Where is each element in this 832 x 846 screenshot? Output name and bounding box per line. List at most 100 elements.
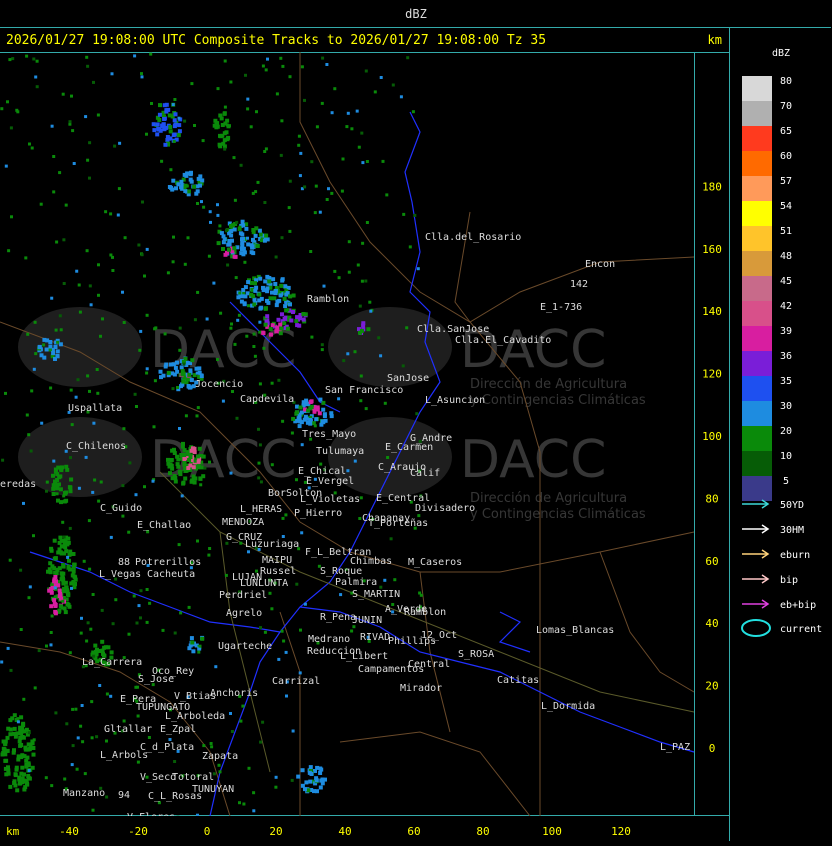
legend-swatch [742,201,772,226]
echo-pixel [216,358,219,361]
echo-pixel [62,238,65,241]
echo-pixel [105,740,108,743]
echo-pixel [255,110,258,113]
echo-pixel [358,517,361,520]
place-label: L_Libert [340,651,388,662]
echo-pixel [7,249,10,252]
echo-pixel [71,423,74,426]
y-tick-label: 80 [705,492,718,505]
echo-pixel [288,230,291,233]
echo-pixel [275,303,279,307]
echo-pixel [40,422,43,425]
echo-pixel [101,317,104,320]
echo-pixel [279,57,282,60]
echo-pixel [73,575,77,579]
echo-pixel [190,641,194,645]
echo-pixel [251,238,255,242]
echo-pixel [57,475,61,479]
place-label: Medrano [308,634,350,645]
echo-pixel [259,626,262,629]
echo-pixel [266,58,269,61]
echo-pixel [45,348,49,352]
echo-pixel [253,281,257,285]
echo-pixel [100,481,103,484]
echo-pixel [191,649,195,653]
echo-pixel [173,760,176,763]
echo-pixel [303,185,306,188]
echo-pixel [221,247,225,251]
echo-pixel [80,617,83,620]
x-tick-label: 20 [269,825,282,838]
echo-pixel [325,63,328,66]
x-tick-label: 60 [407,825,420,838]
current-label: current [780,624,822,635]
echo-pixel [207,554,210,557]
place-label: C_Guido [100,503,142,514]
echo-pixel [190,636,194,640]
echo-pixel [96,368,99,371]
echo-pixel [67,559,71,563]
y-tick-label: 160 [702,243,722,256]
echo-pixel [173,133,177,137]
echo-pixel [87,621,90,624]
echo-pixel [59,500,63,504]
echo-pixel [229,81,232,84]
echo-pixel [390,537,393,540]
echo-pixel [54,604,58,608]
echo-pixel [190,449,194,453]
echo-pixel [20,735,24,739]
echo-pixel [244,74,247,77]
echo-pixel [309,400,313,404]
echo-pixel [252,303,256,307]
echo-pixel [50,564,54,568]
echo-pixel [174,632,177,635]
echo-pixel [29,585,32,588]
echo-pixel [229,327,232,330]
svg-text:Dirección de Agricultura: Dirección de Agricultura [470,377,627,392]
echo-pixel [118,142,121,145]
echo-pixel [22,698,25,701]
echo-pixel [246,98,249,101]
echo-pixel [65,722,68,725]
echo-pixel [254,355,257,358]
echo-pixel [146,621,149,624]
echo-pixel [223,148,226,151]
echo-pixel [314,417,318,421]
echo-pixel [79,725,82,728]
echo-pixel [93,479,96,482]
echo-pixel [359,305,362,308]
echo-pixel [360,329,364,333]
echo-pixel [216,214,219,217]
echo-pixel [314,424,317,427]
echo-pixel [295,315,299,319]
echo-pixel [345,125,348,128]
echo-pixel [170,467,174,471]
echo-pixel [294,319,298,323]
echo-pixel [166,135,170,139]
echo-pixel [260,480,263,483]
echo-pixel [54,711,57,714]
echo-pixel [64,581,68,585]
place-label: Ramblon [307,294,349,305]
echo-pixel [78,487,81,490]
echo-pixel [111,269,114,272]
echo-pixel [189,172,193,176]
echo-pixel [21,723,25,727]
echo-pixel [342,359,345,362]
radar-map[interactable]: DACC DACC Dirección de Agricultura y Con… [0,52,730,816]
echo-pixel [295,410,299,414]
echo-pixel [263,150,266,153]
echo-pixel [413,214,416,217]
echo-pixel [57,482,61,486]
echo-pixel [52,483,56,487]
echo-pixel [51,351,55,355]
place-label: LUNLUNTA [240,578,288,589]
echo-pixel [56,492,59,495]
echo-pixel [168,125,172,129]
echo-pixel [7,647,10,650]
echo-pixel [251,294,255,298]
echo-pixel [289,319,293,323]
echo-pixel [157,118,161,122]
echo-pixel [281,65,284,68]
echo-pixel [226,243,230,247]
